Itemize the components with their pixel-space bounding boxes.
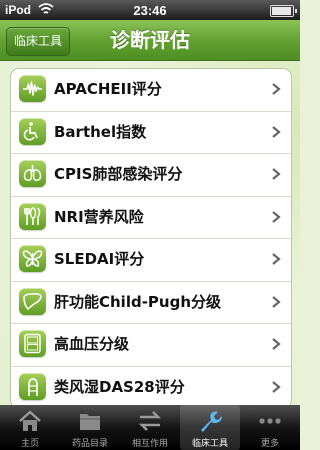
tab-label: 临床工具: [191, 439, 228, 449]
list-item-cpis[interactable]: CPIS肺部感染评分: [11, 154, 291, 197]
finger-joint-icon: [19, 372, 46, 400]
more-dots-icon: [259, 418, 281, 424]
tab-more[interactable]: 更多: [240, 405, 300, 450]
chevron-right-icon: [272, 210, 281, 223]
chevron-right-icon: [272, 253, 281, 265]
status-bar: iPod 23:46: [0, 0, 300, 20]
tab-drug-catalog[interactable]: 药品目录: [60, 405, 120, 450]
list-item-label: 类风湿DAS28评分: [54, 377, 185, 396]
wrench-icon: [201, 411, 222, 432]
butterfly-icon: [19, 245, 46, 272]
assessment-list: APACHEII评分 Barthel指数 CPIS肺部感染评分 NRI营养风险: [10, 68, 292, 405]
list-item-das28[interactable]: 类风湿DAS28评分: [11, 367, 291, 406]
lungs-icon: [19, 160, 46, 187]
chevron-right-icon: [272, 380, 281, 393]
clock: 23:46: [133, 3, 167, 18]
list-item-hypertension[interactable]: 高血压分级: [11, 324, 291, 367]
navigation-bar: 诊断评估 临床工具: [0, 20, 300, 61]
tab-label: 相互作用: [131, 439, 168, 449]
tab-label: 主页: [20, 439, 39, 449]
battery-icon: [270, 5, 297, 17]
tab-label: 更多: [260, 439, 279, 449]
list-item-barthel[interactable]: Barthel指数: [11, 112, 291, 154]
swap-arrows-icon: [138, 411, 162, 431]
chevron-right-icon: [272, 83, 281, 95]
tab-home[interactable]: 主页: [0, 405, 60, 450]
list-item-label: 肝功能Child-Pugh分级: [54, 292, 222, 311]
list-item-label: 高血压分级: [54, 335, 130, 353]
home-icon: [19, 410, 41, 431]
waveform-icon: [19, 75, 46, 102]
chevron-right-icon: [272, 168, 281, 180]
list-item-nri[interactable]: NRI营养风险: [11, 197, 291, 239]
list-item-label: SLEDAI评分: [54, 250, 145, 268]
utensils-icon: [19, 202, 46, 230]
list-item-sledai[interactable]: SLEDAI评分: [11, 239, 291, 282]
wheelchair-icon: [19, 117, 46, 145]
tab-label: 药品目录: [71, 439, 108, 449]
chevron-right-icon: [272, 295, 281, 308]
tab-interactions[interactable]: 相互作用: [120, 405, 180, 450]
liver-icon: [19, 287, 46, 315]
tab-clinical-tools[interactable]: 临床工具: [180, 405, 240, 450]
content-area: APACHEII评分 Barthel指数 CPIS肺部感染评分 NRI营养风险: [0, 61, 300, 405]
list-item-label: CPIS肺部感染评分: [54, 165, 183, 183]
chevron-right-icon: [272, 125, 281, 138]
chevron-right-icon: [272, 338, 281, 350]
list-item-apache[interactable]: APACHEII评分: [11, 69, 291, 112]
blood-pressure-monitor-icon: [19, 330, 46, 357]
folder-icon: [80, 414, 100, 430]
back-button[interactable]: 临床工具: [6, 27, 70, 56]
list-item-label: NRI营养风险: [54, 207, 144, 226]
tab-bar: 主页 药品目录 相互作用 临床工具 更多: [0, 405, 300, 450]
list-item-label: APACHEII评分: [54, 80, 162, 98]
list-item-child-pugh[interactable]: 肝功能Child-Pugh分级: [11, 282, 291, 324]
list-item-label: Barthel指数: [54, 122, 147, 141]
back-button-label: 临床工具: [13, 34, 62, 48]
